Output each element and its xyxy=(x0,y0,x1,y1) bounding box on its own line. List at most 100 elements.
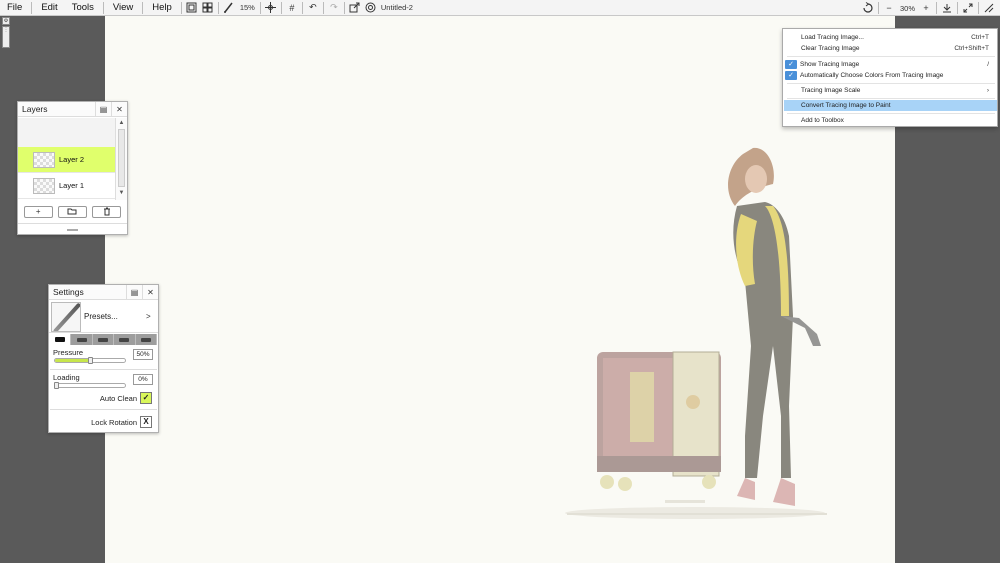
add-layer-button[interactable]: + xyxy=(23,206,53,218)
toolbar-divider xyxy=(301,1,303,14)
presets-row[interactable]: Presets... > xyxy=(49,301,158,333)
left-dock: ⚙ ⋮ xyxy=(2,17,10,49)
menu-item-show-tracing-image[interactable]: ✓ Show Tracing Image / xyxy=(784,59,997,70)
menu-item-label: Tracing Image Scale xyxy=(801,87,861,94)
brush-tip-4[interactable] xyxy=(114,334,136,345)
toolbar-divider xyxy=(280,1,282,14)
zoom-level[interactable]: 30% xyxy=(897,4,918,13)
export-icon[interactable] xyxy=(348,1,362,15)
menu-bar: File Edit Tools View Help 15% # ↶ ↷ Unti… xyxy=(0,0,1000,16)
toolbar-divider xyxy=(957,2,958,14)
divider xyxy=(50,409,157,410)
submenu-arrow-icon: › xyxy=(986,87,989,94)
pressure-knob[interactable] xyxy=(87,357,93,364)
settings-panel: Settings ▤ ✕ Presets... > Pressure 50% L… xyxy=(48,284,159,433)
delete-layer-button[interactable] xyxy=(92,206,122,218)
menu-divider xyxy=(102,1,104,14)
layers-panel-title: Layers xyxy=(22,104,48,114)
layer-actions: + xyxy=(18,202,127,222)
pressure-value[interactable]: 50% xyxy=(133,349,153,360)
menu-help[interactable]: Help xyxy=(145,0,179,16)
lock-rotation-checkbox[interactable]: X xyxy=(140,416,152,428)
auto-clean-checkbox[interactable]: ✓ xyxy=(140,392,152,404)
loading-value[interactable]: 0% xyxy=(133,374,153,385)
layers-panel-close-icon[interactable]: ✕ xyxy=(111,101,127,117)
grid-icon[interactable]: # xyxy=(285,1,299,15)
presets-arrow-icon: > xyxy=(146,312,151,321)
layers-scrollbar[interactable]: ▲ ▼ xyxy=(115,118,127,200)
menu-tools[interactable]: Tools xyxy=(65,0,101,16)
zoom-out-icon[interactable]: − xyxy=(882,1,896,15)
menu-item-tracing-image-scale[interactable]: Tracing Image Scale › xyxy=(784,85,997,96)
menu-item-label: Automatically Choose Colors From Tracing… xyxy=(800,72,944,79)
brush-tip-1[interactable] xyxy=(50,334,72,345)
move-icon[interactable] xyxy=(264,1,278,15)
zoom-in-icon[interactable]: + xyxy=(919,1,933,15)
layer-row-2[interactable]: Layer 2 xyxy=(18,147,115,173)
checkmark-icon: ✓ xyxy=(785,60,797,69)
layer-folder-button[interactable] xyxy=(57,206,87,218)
brush-tip-5[interactable] xyxy=(135,334,158,345)
menu-item-clear-tracing-image[interactable]: Clear Tracing Image Ctrl+Shift+T xyxy=(784,43,997,54)
rotate-view-icon[interactable] xyxy=(861,1,875,15)
panel-menu-icon[interactable] xyxy=(982,1,996,15)
scroll-up-icon[interactable]: ▲ xyxy=(116,118,127,128)
menu-item-load-tracing-image[interactable]: Load Tracing Image... Ctrl+T xyxy=(784,32,997,43)
tracing-image-menu: Load Tracing Image... Ctrl+T Clear Traci… xyxy=(782,28,998,127)
grid-tiles-icon[interactable] xyxy=(201,1,215,15)
tracing-image xyxy=(565,147,827,519)
brush-tool-icon[interactable] xyxy=(222,1,236,15)
settings-panel-dock-icon[interactable]: ▤ xyxy=(126,284,142,300)
pressure-control: Pressure 50% xyxy=(53,348,155,368)
reference-icon[interactable] xyxy=(364,1,378,15)
view-controls: − 30% + xyxy=(860,0,1000,16)
menu-item-auto-choose-colors[interactable]: ✓ Automatically Choose Colors From Traci… xyxy=(784,70,997,81)
scroll-thumb[interactable] xyxy=(118,129,125,187)
presets-label: Presets... xyxy=(84,312,118,321)
document-title: Untitled-2 xyxy=(380,3,413,12)
loading-knob[interactable] xyxy=(54,382,59,389)
brush-tip-3[interactable] xyxy=(92,334,115,345)
brush-tip-2[interactable] xyxy=(71,334,93,345)
settings-panel-close-icon[interactable]: ✕ xyxy=(142,284,158,300)
layer-thumbnail xyxy=(33,151,55,168)
dock-settings-icon[interactable]: ⚙ xyxy=(2,17,10,25)
menu-separator xyxy=(787,113,995,114)
layer-list-spacer xyxy=(18,118,115,147)
brush-preview-icon xyxy=(51,301,81,332)
layers-panel-header[interactable]: Layers ▤ ✕ xyxy=(18,101,127,117)
toolbar-divider xyxy=(217,1,219,14)
divider xyxy=(50,369,157,370)
checkmark-icon: ✓ xyxy=(785,71,797,80)
loading-slider[interactable] xyxy=(54,383,126,388)
menu-view[interactable]: View xyxy=(106,0,140,16)
fullscreen-icon[interactable] xyxy=(961,1,975,15)
toolbar-divider xyxy=(936,2,937,14)
redo-icon[interactable]: ↷ xyxy=(327,1,341,15)
layers-panel: Layers ▤ ✕ Layer 2 Layer 1 ▲ ▼ + xyxy=(17,101,128,235)
menu-divider xyxy=(142,1,144,14)
menu-item-add-to-toolbox[interactable]: Add to Toolbox xyxy=(784,115,997,126)
auto-clean-row: Auto Clean ✓ xyxy=(49,391,156,405)
menu-item-shortcut: Ctrl+T xyxy=(971,34,989,41)
loading-control: Loading 0% xyxy=(53,373,155,393)
brush-size-value[interactable]: 15% xyxy=(237,3,258,12)
dock-tools-icon[interactable]: ⋮ xyxy=(2,26,10,48)
menu-item-convert-tracing-image[interactable]: Convert Tracing Image to Paint xyxy=(784,100,997,111)
settings-panel-header[interactable]: Settings ▤ ✕ xyxy=(49,284,158,300)
paint-canvas[interactable] xyxy=(105,16,895,563)
menu-item-label: Show Tracing Image xyxy=(800,61,860,68)
toolbar-divider xyxy=(259,1,261,14)
layers-panel-dock-icon[interactable]: ▤ xyxy=(95,101,111,117)
scroll-down-icon[interactable]: ▼ xyxy=(116,188,127,198)
menu-item-label: Load Tracing Image... xyxy=(801,34,864,41)
canvas-icon[interactable] xyxy=(185,1,199,15)
layer-row-1[interactable]: Layer 1 xyxy=(18,173,115,199)
menu-edit[interactable]: Edit xyxy=(34,0,64,16)
menu-file[interactable]: File xyxy=(0,0,29,16)
fit-to-screen-icon[interactable] xyxy=(940,1,954,15)
undo-icon[interactable]: ↶ xyxy=(306,1,320,15)
menu-divider xyxy=(31,1,33,14)
layer-name: Layer 1 xyxy=(59,181,85,190)
panel-resize-grip[interactable] xyxy=(18,223,127,235)
